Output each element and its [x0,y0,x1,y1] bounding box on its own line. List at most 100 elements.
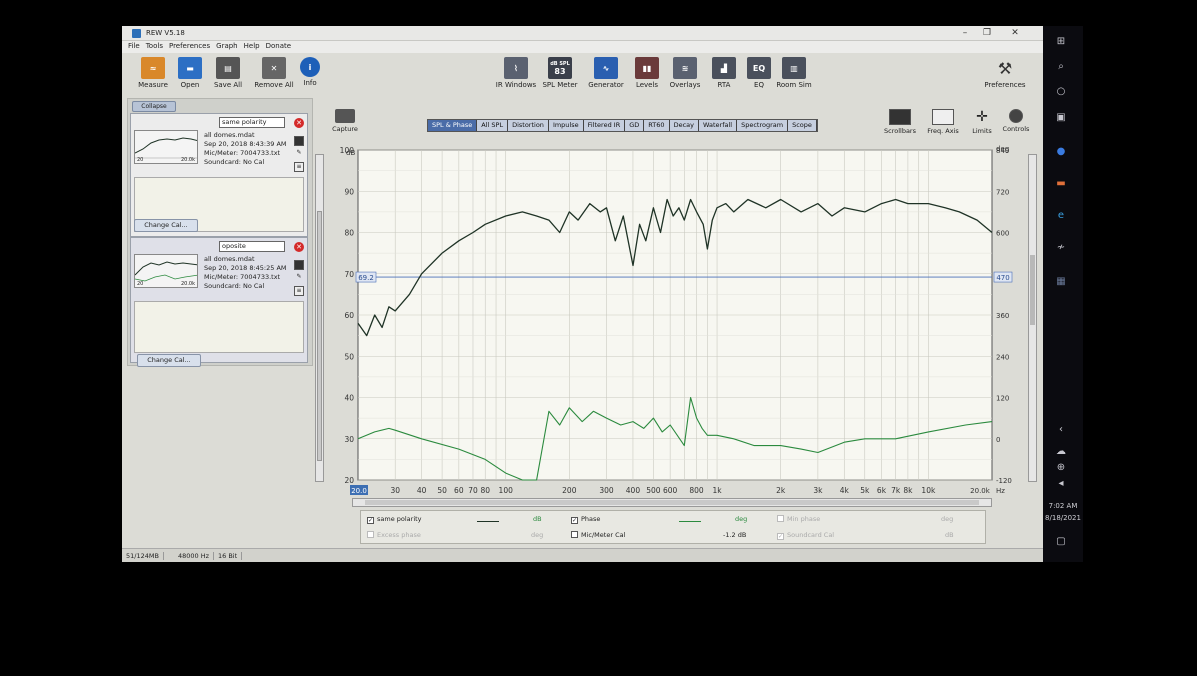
x-start-label: 20.0 [351,487,367,495]
save-all-button[interactable]: ▤ Save All [206,57,250,89]
edit-icon[interactable]: ✎ [294,149,304,159]
legend-mic-meter-cal[interactable]: Mic/Meter Cal [571,531,625,539]
room-sim-button[interactable]: ▥ Room Sim [772,57,816,89]
legend-checkbox[interactable]: ✓ [571,517,578,524]
overlays-button[interactable]: ≋ Overlays [663,57,707,89]
menu-tools[interactable]: Tools [146,42,163,50]
tab-waterfall[interactable]: Waterfall [698,120,738,131]
vertical-scrollbar-right[interactable] [1028,154,1037,482]
edit-icon[interactable]: ✎ [294,273,304,283]
x-tick-label: 30 [390,486,400,495]
color-swatch-icon[interactable] [294,136,304,146]
legend-checkbox[interactable]: ✓ [367,517,374,524]
scrollbars-icon [889,109,911,125]
tab-decay[interactable]: Decay [669,120,699,131]
notes-icon[interactable]: ≡ [294,286,304,296]
scrollbars-button[interactable]: Scrollbars [881,109,919,135]
measurement-notes[interactable] [134,301,304,353]
search-icon[interactable]: ⌕ [1053,61,1069,75]
tab-impulse[interactable]: Impulse [548,120,584,131]
legend-label: Mic/Meter Cal [581,531,626,539]
windows-taskbar: ⊞ ⌕ ○ ▣ ● ▬ e ≁ ▦ ‹ ☁ ⊕ ◂ 7:02 AM 8/18/2… [1043,26,1083,562]
legend-checkbox [367,531,374,538]
chevron-up-icon[interactable]: ‹ [1053,424,1069,438]
scroll-thumb[interactable] [1030,255,1035,325]
tab-spl-phase[interactable]: SPL & Phase [428,120,478,131]
controls-button[interactable]: Controls [997,109,1035,133]
change-cal-button[interactable]: Change Cal... [134,219,198,232]
thumb-hi-label: 20.0k [180,281,195,287]
notes-icon[interactable]: ≡ [294,162,304,172]
tab-scope[interactable]: Scope [788,120,817,131]
menu-preferences[interactable]: Preferences [169,42,210,50]
cursor-label: 69.2 [358,274,374,282]
limits-button[interactable]: ✛ Limits [963,109,1001,135]
close-button[interactable]: ✕ [1008,28,1022,38]
x-tick-label: 7k [891,486,901,495]
rew-taskbar-icon[interactable]: ≁ [1053,242,1069,256]
legend-phase[interactable]: ✓ Phase [571,515,600,524]
tab-spectrogram[interactable]: Spectrogram [737,120,789,131]
tab-all-spl[interactable]: All SPL [477,120,509,131]
network-icon[interactable]: ☁ [1053,446,1069,460]
task-view-icon[interactable]: ▣ [1053,112,1069,126]
info-button[interactable]: i Info [288,57,332,87]
generator-button[interactable]: ∿ Generator [584,57,628,89]
y-axis-label: dB [346,149,355,157]
status-bar: 51/124MB 48000 Hz 16 Bit [122,548,1043,562]
y2-tick-label: 600 [996,230,1009,238]
tab-filtered-ir[interactable]: Filtered IR [583,120,626,131]
chart-svg[interactable]: 2030405060708090100dB-120012024036060072… [332,140,1022,500]
language-icon[interactable]: ⊕ [1053,462,1069,476]
legend-checkbox[interactable] [571,531,578,538]
cortana-icon[interactable]: ○ [1053,86,1069,100]
browser-icon[interactable]: ● [1053,146,1069,160]
app-taskbar-icon[interactable]: ▦ [1053,276,1069,290]
preferences-button[interactable]: ⚒ Preferences [983,57,1027,90]
legend-checkbox: ✓ [777,533,784,540]
y-tick-label: 90 [344,187,354,196]
menu-graph[interactable]: Graph [216,42,237,50]
volume-icon[interactable]: ◂ [1053,478,1069,492]
x-tick-label: 5k [860,486,870,495]
legend-same-polarity[interactable]: ✓ same polarity [367,515,422,524]
tab-distortion[interactable]: Distortion [508,120,549,131]
y2-tick-label: 360 [996,312,1009,320]
horizontal-scrollbar[interactable] [352,498,992,507]
freq-axis-button[interactable]: Freq. Axis [924,109,962,135]
menu-file[interactable]: File [128,42,140,50]
menu-donate[interactable]: Donate [266,42,291,50]
measurement-name-field[interactable]: oposite [219,241,285,252]
save-all-label: Save All [213,81,243,89]
minimize-button[interactable]: – [958,28,972,38]
scroll-thumb[interactable] [365,500,979,505]
change-cal-button[interactable]: Change Cal... [137,354,201,367]
measurement-item-2[interactable]: oposite ✕ 20 20.0k all domes.mdat Sep 20… [130,237,308,367]
vertical-scrollbar-left[interactable] [315,154,324,482]
restore-button[interactable]: ❐ [980,28,994,38]
spl-meter-button[interactable]: dB SPL 83 SPL Meter [538,57,582,89]
color-swatch-icon[interactable] [294,260,304,270]
notification-icon[interactable]: ▢ [1053,536,1069,550]
ir-windows-button[interactable]: ⌇ IR Windows [494,57,538,89]
measurement-thumbnail: 20 20.0k [134,254,198,288]
legend-unit: deg [735,515,748,523]
measurement-mic: Mic/Meter: 7004733.txt [204,149,281,157]
start-icon[interactable]: ⊞ [1053,36,1069,50]
capture-button[interactable]: Capture [330,109,360,133]
legend-unit: dB [533,515,542,523]
remove-measurement-icon[interactable]: ✕ [294,118,304,128]
tab-gd[interactable]: GD [625,120,645,131]
measurement-file: all domes.mdat [204,255,255,263]
edge-icon[interactable]: e [1053,210,1069,224]
menu-help[interactable]: Help [244,42,260,50]
file-explorer-icon[interactable]: ▬ [1053,178,1069,192]
remove-measurement-icon[interactable]: ✕ [294,242,304,252]
info-icon: i [300,57,320,77]
spl-phase-chart[interactable]: 20 30 40 50 60 70 80 90 100 dB -120 0 120 240 360 600 72… [332,140,1022,500]
measurement-name-field[interactable]: same polarity [219,117,285,128]
x-tick-label: 4k [840,486,850,495]
tab-rt60[interactable]: RT60 [644,120,670,131]
collapse-button[interactable]: Collapse [132,101,176,112]
scroll-thumb[interactable] [317,211,322,461]
